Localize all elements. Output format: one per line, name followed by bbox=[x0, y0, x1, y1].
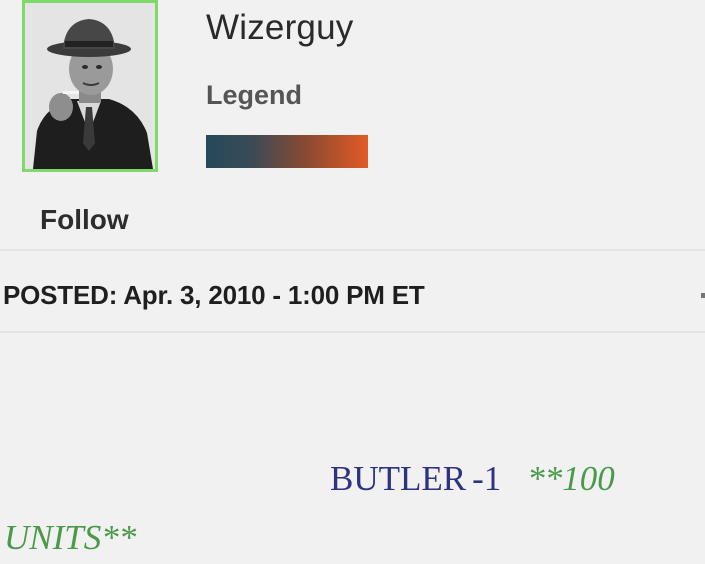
rank-bar bbox=[206, 135, 368, 168]
user-avatar-photo-icon bbox=[25, 3, 155, 169]
pick-spread: -1 bbox=[472, 459, 502, 498]
pick-units-part1: **100 bbox=[527, 459, 615, 498]
edge-mark bbox=[701, 293, 705, 298]
pick-team: BUTLER bbox=[330, 459, 467, 498]
post-timestamp: POSTED: Apr. 3, 2010 - 1:00 PM ET bbox=[3, 280, 425, 310]
pick-units-part2: UNITS** bbox=[4, 518, 137, 557]
follow-button[interactable]: Follow bbox=[40, 204, 129, 236]
divider bbox=[0, 331, 705, 333]
pick-line: BUTLER -1 **100 bbox=[330, 459, 615, 499]
username[interactable]: Wizerguy bbox=[206, 8, 353, 48]
divider bbox=[0, 249, 705, 251]
user-avatar[interactable] bbox=[22, 0, 158, 172]
rank-title: Legend bbox=[206, 80, 303, 110]
